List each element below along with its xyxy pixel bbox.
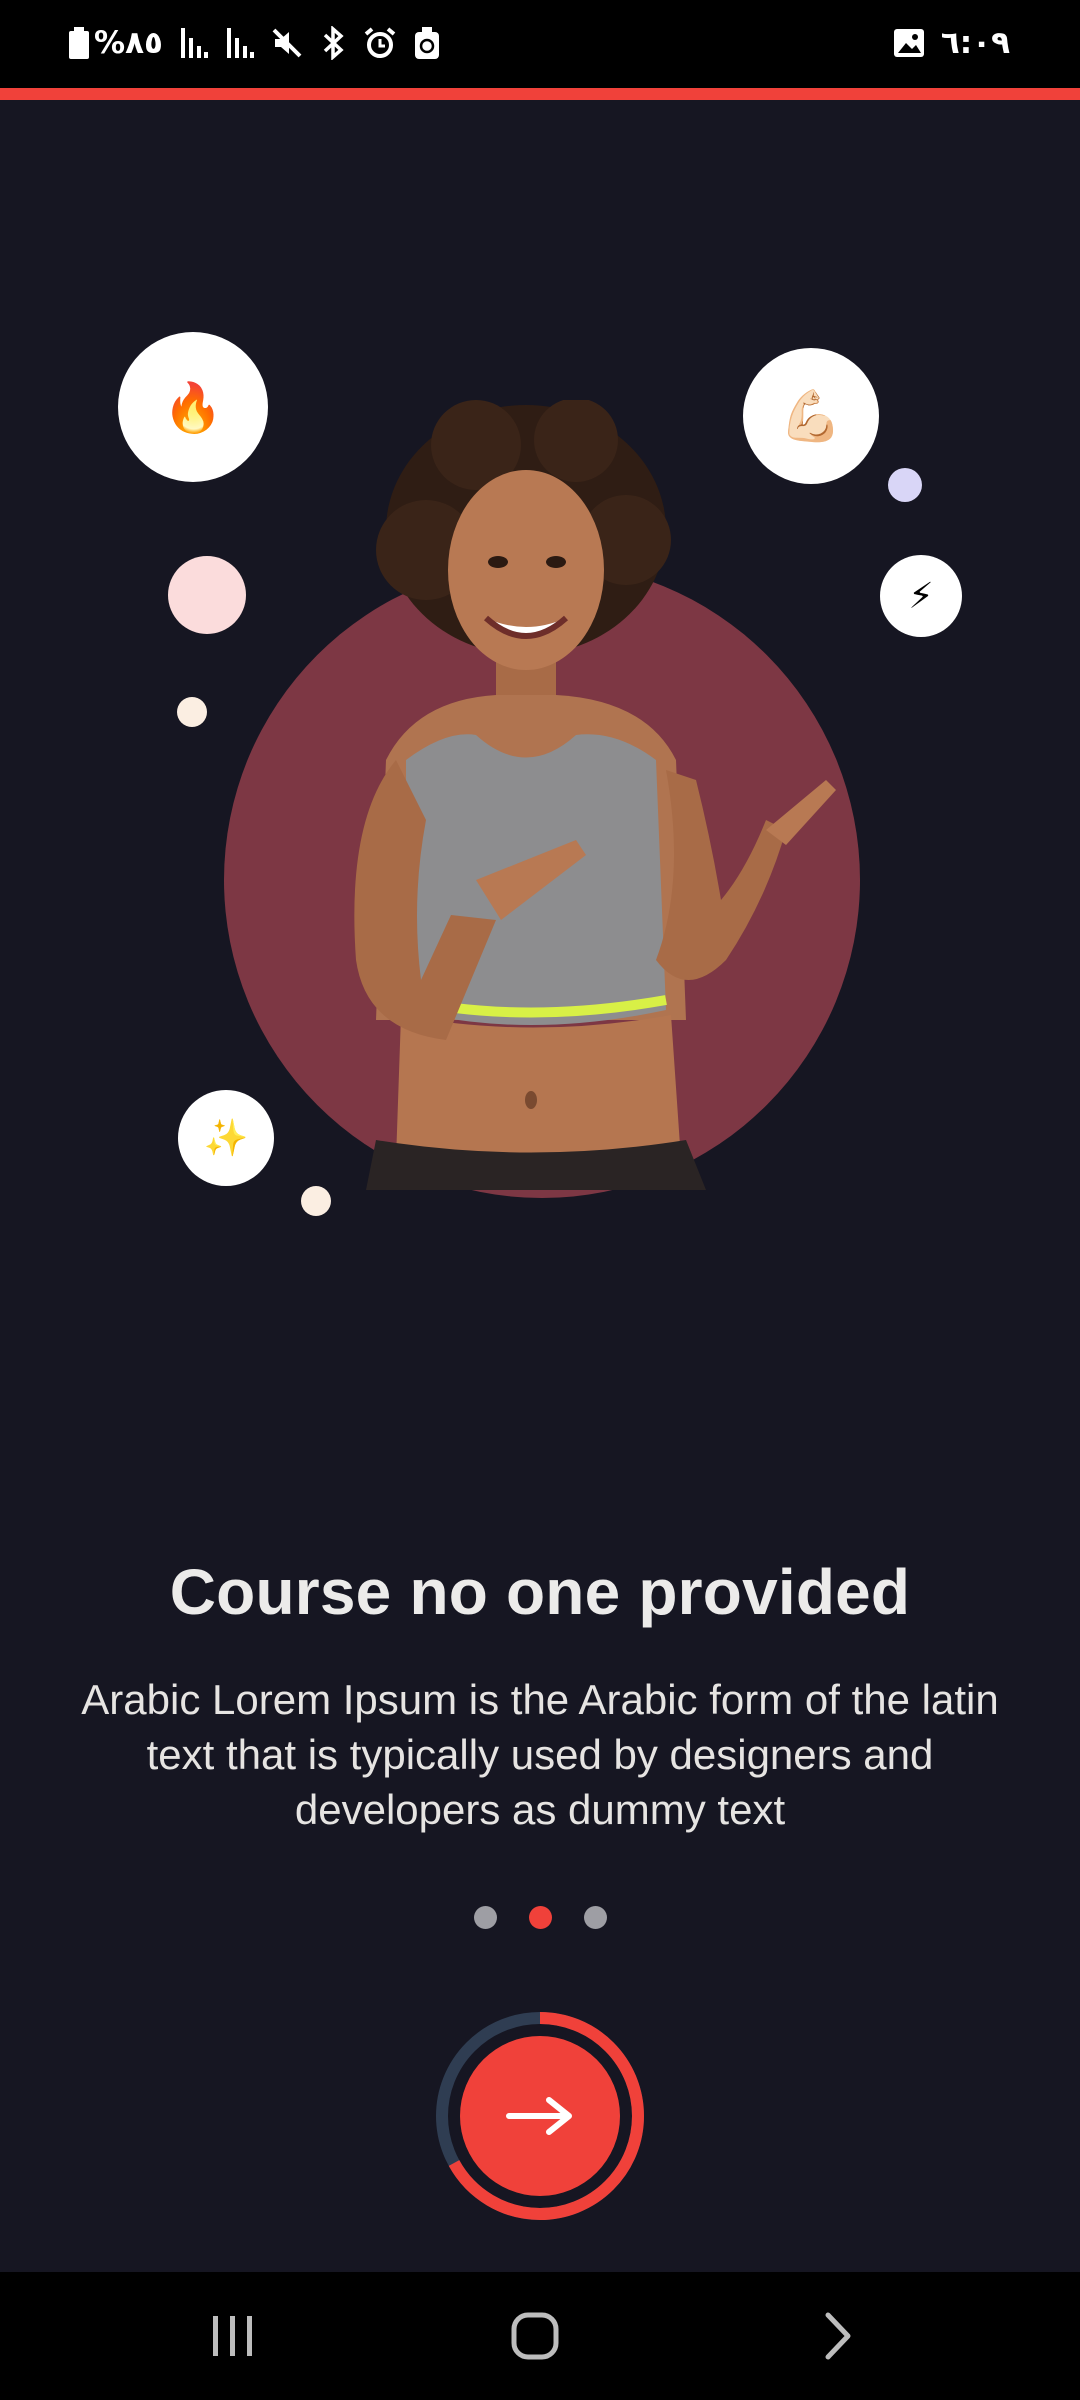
status-bar-left: %٨٥ [68, 20, 441, 66]
page-dot-active [528, 1906, 552, 1929]
recycle-icon [413, 26, 441, 60]
sparkles-icon: ✨ [203, 1117, 249, 1158]
onboarding-description: Arabic Lorem Ipsum is the Arabic form of… [81, 1676, 999, 1833]
bluetooth-icon [319, 26, 347, 60]
page-dot [473, 1906, 497, 1929]
home-icon [511, 2312, 559, 2360]
fire-emoji-bubble: 🔥 [118, 332, 268, 482]
muscle-emoji-bubble: 💪🏻 [743, 348, 879, 484]
battery-percent: %٨٥ [94, 25, 163, 61]
recent-apps-icon [213, 2316, 252, 2356]
image-notification-icon [893, 28, 925, 58]
next-button[interactable] [460, 2036, 620, 2196]
page-indicator [0, 1906, 1080, 1929]
sparkles-emoji-bubble: ✨ [178, 1090, 274, 1186]
signal-icon [179, 28, 209, 58]
next-button-container [434, 2010, 646, 2222]
onboarding-title: Course no one provided [169, 1556, 911, 1628]
signal-icon [225, 28, 255, 58]
alarm-icon [363, 26, 397, 60]
top-accent-bar [0, 88, 1080, 100]
lightning-emoji-bubble: ⚡ [880, 555, 962, 637]
decorative-dot [301, 1186, 331, 1216]
back-icon [825, 2312, 851, 2360]
mute-icon [271, 27, 303, 59]
recent-apps-button[interactable] [178, 2296, 288, 2376]
fire-icon: 🔥 [163, 381, 223, 435]
status-bar-right: ٦:٠٩ [893, 20, 1010, 66]
clock: ٦:٠٩ [940, 25, 1010, 61]
page-dot [583, 1906, 607, 1929]
lightning-icon: ⚡ [908, 575, 934, 616]
decorative-dot [888, 468, 922, 502]
back-button[interactable] [783, 2296, 893, 2376]
arrow-right-icon [506, 2097, 572, 2135]
status-bar: %٨٥ ٦:٠٩ [0, 0, 1080, 88]
muscle-icon: 💪🏻 [779, 387, 843, 444]
decorative-dot [177, 697, 207, 727]
person-illustration [354, 400, 836, 1190]
home-button[interactable] [480, 2296, 590, 2376]
navigation-bar [0, 2272, 1080, 2400]
battery-icon [68, 27, 90, 59]
decorative-dot [168, 556, 246, 634]
